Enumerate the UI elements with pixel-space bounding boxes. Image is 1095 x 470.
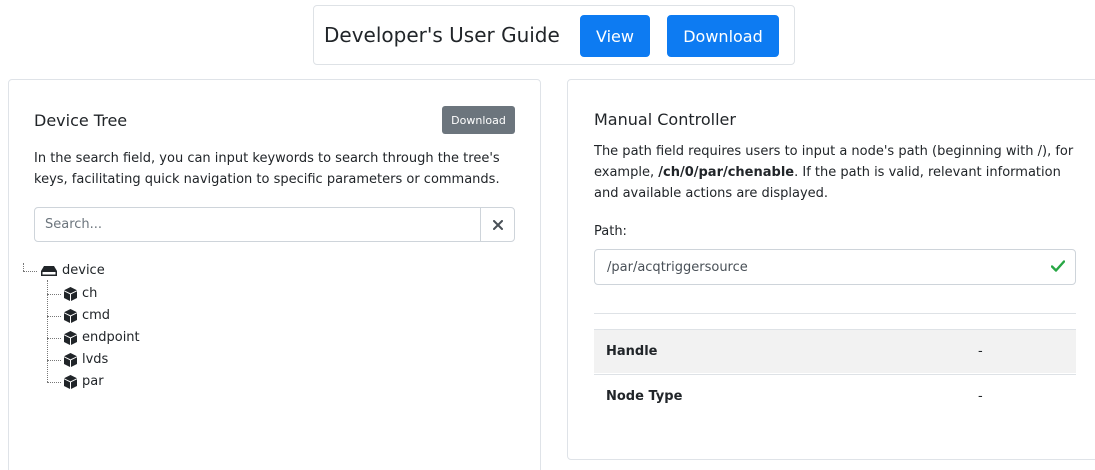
- cube-icon: [64, 286, 77, 301]
- guide-title: Developer's User Guide: [324, 23, 560, 47]
- info-row-handle: Handle -: [594, 329, 1076, 373]
- tree-node-label: cmd: [82, 308, 111, 323]
- divider: [594, 313, 1076, 314]
- example-path: /ch/0/par/chenable: [658, 165, 795, 180]
- cube-icon: [64, 352, 77, 367]
- search-input[interactable]: [34, 207, 481, 242]
- tree-node-label: endpoint: [82, 330, 140, 345]
- clear-search-button[interactable]: [480, 207, 515, 242]
- info-value: -: [978, 344, 983, 359]
- download-guide-button[interactable]: Download: [667, 15, 779, 57]
- tree-node-label: device: [62, 263, 105, 278]
- device-tree-description: In the search field, you can input keywo…: [34, 151, 500, 187]
- guide-bar: Developer's User Guide View Download: [313, 5, 795, 65]
- tree-node-label: par: [82, 374, 104, 389]
- check-icon: [1051, 260, 1065, 272]
- tree-node-lvds[interactable]: lvds: [64, 352, 108, 367]
- manual-controller-description: The path field requires users to input a…: [594, 141, 1080, 204]
- device-tree-title: Device Tree: [34, 111, 128, 130]
- tree-node-ch[interactable]: ch: [64, 286, 97, 301]
- close-icon: [492, 219, 503, 230]
- path-value: /par/acqtriggersource: [607, 259, 748, 275]
- info-row-node-type: Node Type -: [594, 374, 1076, 418]
- hard-drive-icon: [41, 265, 57, 276]
- tree-node-device[interactable]: device: [41, 263, 105, 278]
- tree-node-par[interactable]: par: [64, 374, 104, 389]
- search-group: [34, 207, 515, 242]
- cube-icon: [64, 308, 77, 323]
- device-tree-card: Device Tree Download In the search field…: [8, 79, 541, 470]
- manual-controller-card: Manual Controller The path field require…: [567, 79, 1095, 460]
- path-label: Path:: [594, 224, 627, 239]
- tree-node-endpoint[interactable]: endpoint: [64, 330, 140, 345]
- manual-controller-title: Manual Controller: [594, 110, 736, 129]
- download-tree-button[interactable]: Download: [442, 106, 515, 134]
- tree-node-label: ch: [82, 286, 98, 301]
- info-key: Handle: [606, 344, 658, 359]
- info-key: Node Type: [606, 389, 683, 404]
- cube-icon: [64, 374, 77, 389]
- tree-node-cmd[interactable]: cmd: [64, 308, 110, 323]
- path-input[interactable]: /par/acqtriggersource: [594, 249, 1076, 285]
- view-button[interactable]: View: [580, 15, 650, 57]
- info-value: -: [978, 389, 983, 404]
- tree-node-label: lvds: [82, 352, 109, 367]
- cube-icon: [64, 330, 77, 345]
